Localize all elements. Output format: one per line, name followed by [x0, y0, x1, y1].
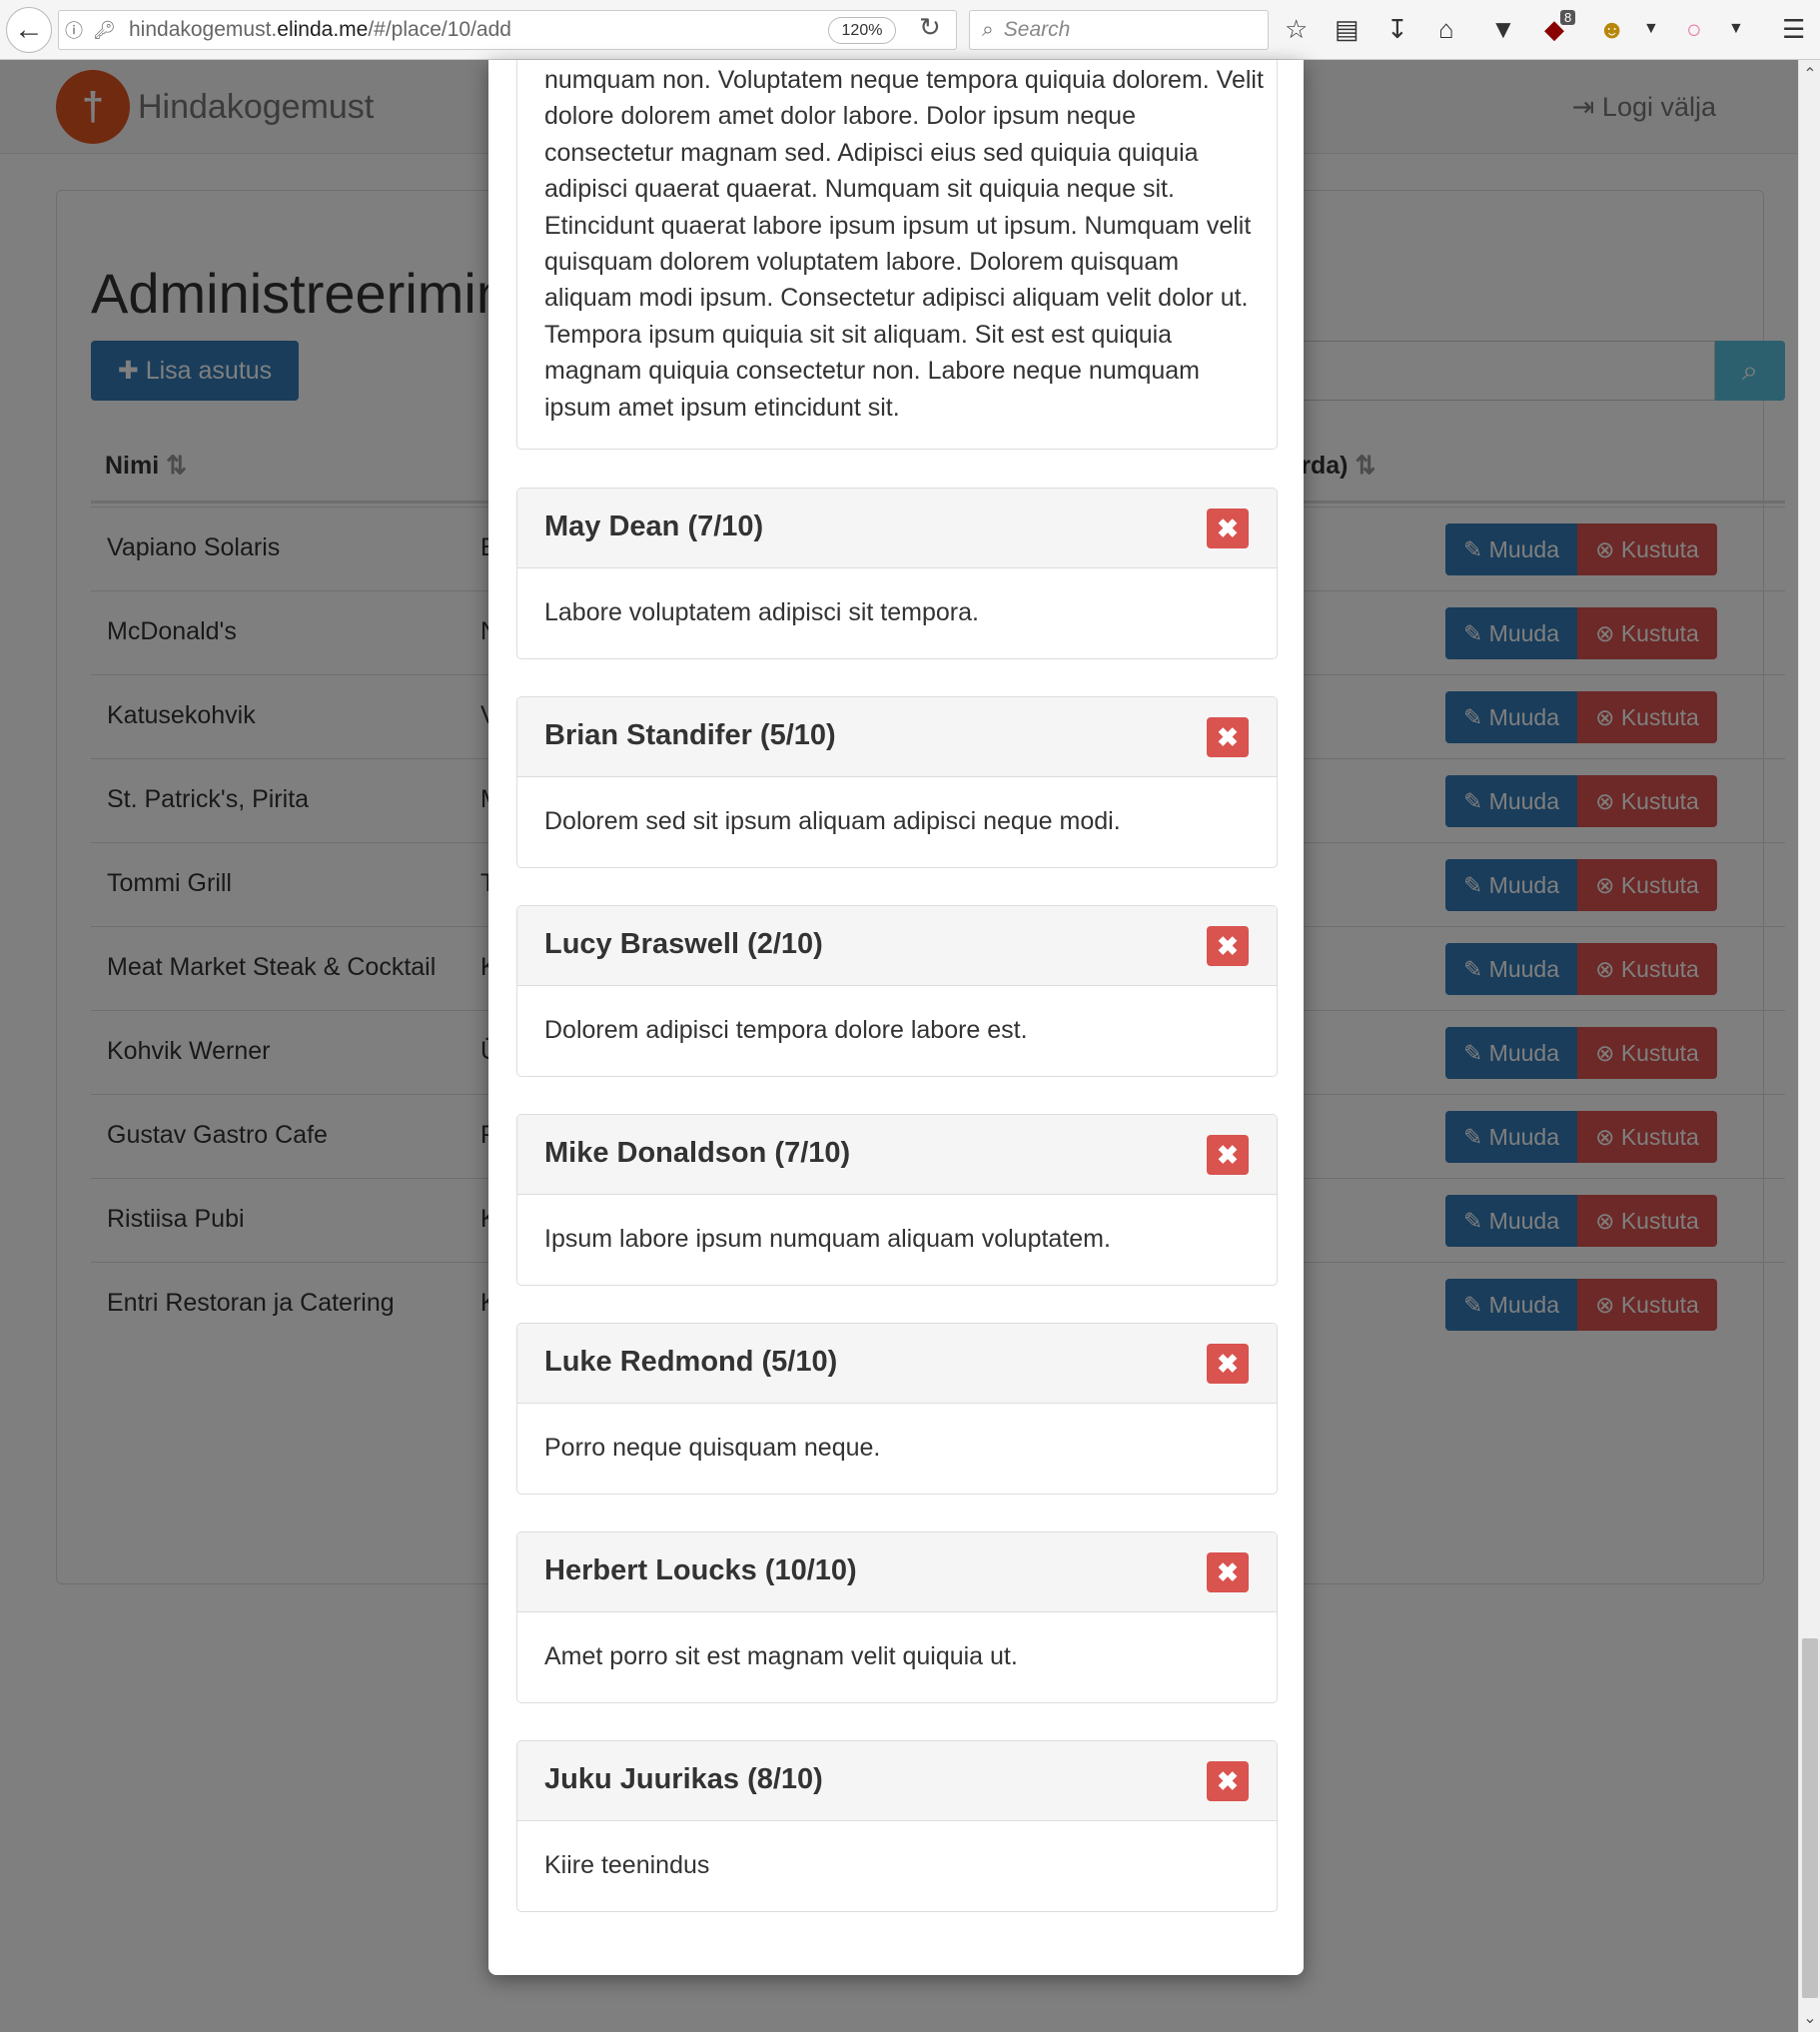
- scrollbar[interactable]: ⌃ ⌄: [1798, 60, 1820, 2032]
- close-icon: ✖: [1217, 721, 1239, 752]
- menu-icon[interactable]: ☰: [1782, 14, 1805, 45]
- review-text: Kiire teenindus: [544, 1851, 710, 1879]
- reload-icon[interactable]: ↻: [919, 12, 941, 43]
- download-icon[interactable]: ↧: [1386, 14, 1408, 45]
- review-header: Herbert Loucks (10/10) ✖: [517, 1532, 1277, 1612]
- review-text: Dolorem sed sit ipsum aliquam adipisci n…: [544, 807, 1121, 835]
- review-title: May Dean (7/10): [544, 510, 764, 542]
- browser-toolbar: ← ⓘ 🔑︎ hindakogemust.elinda.me/#/place/1…: [0, 0, 1820, 60]
- delete-review-button[interactable]: ✖: [1207, 1344, 1249, 1384]
- close-icon: ✖: [1217, 1556, 1239, 1587]
- extension-icon[interactable]: ○: [1686, 14, 1702, 45]
- scroll-down-icon[interactable]: ⌄: [1799, 2008, 1820, 2028]
- review-card: Luke Redmond (5/10) ✖ Porro neque quisquam…: [516, 1323, 1278, 1495]
- close-icon: ✖: [1217, 1139, 1239, 1170]
- key-icon: 🔑︎: [93, 19, 116, 40]
- review-text: Ipsum labore ipsum numquam aliquam volup…: [544, 1225, 1111, 1253]
- review-title: Juku Juurikas (8/10): [544, 1763, 823, 1795]
- review-card: Herbert Loucks (10/10) ✖ Amet porro sit es…: [516, 1531, 1278, 1703]
- close-icon: ✖: [1217, 1765, 1239, 1796]
- review-title: Mike Donaldson (7/10): [544, 1137, 851, 1169]
- review-card: Juku Juurikas (8/10) ✖ Kiire teenindus: [516, 1740, 1278, 1912]
- search-placeholder: Search: [1003, 18, 1071, 41]
- review-card: Mike Donaldson (7/10) ✖ Ipsum labore ipsum…: [516, 1114, 1278, 1286]
- ublock-badge: 8: [1560, 10, 1576, 25]
- review-header: Brian Standifer (5/10) ✖: [517, 697, 1277, 777]
- review-card: Lucy Braswell (2/10) ✖ Dolorem adipisci te…: [516, 905, 1278, 1077]
- zoom-level[interactable]: 120%: [828, 17, 896, 44]
- delete-review-button[interactable]: ✖: [1207, 1761, 1249, 1801]
- review-text: Porro neque quisquam neque.: [544, 1434, 881, 1462]
- review-header: Luke Redmond (5/10) ✖: [517, 1324, 1277, 1404]
- dropdown-icon[interactable]: ▼: [1728, 20, 1744, 38]
- info-icon[interactable]: ⓘ: [65, 17, 87, 43]
- url-text[interactable]: hindakogemust.elinda.me/#/place/10/add: [129, 18, 511, 42]
- address-bar[interactable]: ⓘ 🔑︎ hindakogemust.elinda.me/#/place/10/…: [58, 10, 957, 50]
- place-description: numquam non. Voluptatem neque tempora qu…: [544, 66, 1264, 422]
- delete-review-button[interactable]: ✖: [1207, 1552, 1249, 1592]
- review-title: Brian Standifer (5/10): [544, 719, 836, 751]
- dropdown-icon[interactable]: ▼: [1643, 20, 1659, 38]
- scroll-up-icon[interactable]: ⌃: [1799, 64, 1820, 84]
- review-text: Dolorem adipisci tempora dolore labore e…: [544, 1016, 1028, 1044]
- tampermonkey-icon[interactable]: ☻: [1598, 14, 1625, 45]
- home-icon[interactable]: ⌂: [1438, 14, 1454, 45]
- reviews-modal: numquam non. Voluptatem neque tempora qu…: [488, 60, 1304, 1975]
- review-card: Brian Standifer (5/10) ✖ Dolorem sed sit i…: [516, 696, 1278, 868]
- bookmark-star-icon[interactable]: ☆: [1285, 14, 1308, 45]
- browser-search-input[interactable]: ⌕ Search: [969, 10, 1269, 50]
- review-header: Juku Juurikas (8/10) ✖: [517, 1741, 1277, 1821]
- review-text: Amet porro sit est magnam velit quiquia …: [544, 1642, 1018, 1670]
- close-icon: ✖: [1217, 930, 1239, 961]
- scroll-thumb[interactable]: [1802, 1638, 1818, 1998]
- delete-review-button[interactable]: ✖: [1207, 1135, 1249, 1175]
- close-icon: ✖: [1217, 1348, 1239, 1379]
- close-icon: ✖: [1217, 512, 1239, 543]
- review-title: Herbert Loucks (10/10): [544, 1554, 857, 1586]
- review-header: Lucy Braswell (2/10) ✖: [517, 906, 1277, 986]
- reading-list-icon[interactable]: ▤: [1335, 14, 1360, 45]
- pocket-icon[interactable]: ▼: [1490, 14, 1516, 45]
- review-title: Lucy Braswell (2/10): [544, 928, 823, 960]
- delete-review-button[interactable]: ✖: [1207, 508, 1249, 548]
- delete-review-button[interactable]: ✖: [1207, 717, 1249, 757]
- review-header: May Dean (7/10) ✖: [517, 489, 1277, 568]
- search-icon: ⌕: [982, 18, 994, 41]
- review-text: Labore voluptatem adipisci sit tempora.: [544, 598, 979, 626]
- review-card: May Dean (7/10) ✖ Labore voluptatem adipis…: [516, 488, 1278, 659]
- back-button[interactable]: ←: [6, 6, 52, 53]
- place-description-card: numquam non. Voluptatem neque tempora qu…: [516, 60, 1278, 450]
- review-header: Mike Donaldson (7/10) ✖: [517, 1115, 1277, 1195]
- delete-review-button[interactable]: ✖: [1207, 926, 1249, 966]
- review-title: Luke Redmond (5/10): [544, 1346, 838, 1378]
